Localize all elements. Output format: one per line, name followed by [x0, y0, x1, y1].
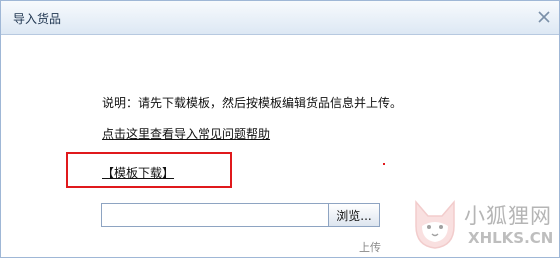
close-icon: [538, 11, 550, 23]
browse-button[interactable]: 浏览...: [329, 203, 380, 227]
dialog-titlebar: 导入货品: [1, 1, 559, 35]
red-dot-mark: [383, 163, 385, 165]
watermark-text-en: XHLKS.CN: [468, 229, 554, 247]
upload-button[interactable]: 上传: [359, 239, 381, 255]
fox-logo-icon: [415, 199, 455, 249]
file-path-input[interactable]: [101, 203, 329, 227]
instruction-text: 说明：请先下载模板，然后按模板编辑货品信息并上传。: [102, 96, 403, 110]
template-download-link[interactable]: 【模板下载】: [102, 164, 174, 181]
watermark-text-cn: 小狐狸网: [464, 204, 552, 228]
dialog-title: 导入货品: [13, 12, 62, 26]
close-button[interactable]: [536, 9, 552, 25]
import-help-link[interactable]: 点击这里查看导入常见问题帮助: [102, 125, 270, 142]
watermark: 小狐狸网 XHLKS.CN: [408, 196, 556, 258]
